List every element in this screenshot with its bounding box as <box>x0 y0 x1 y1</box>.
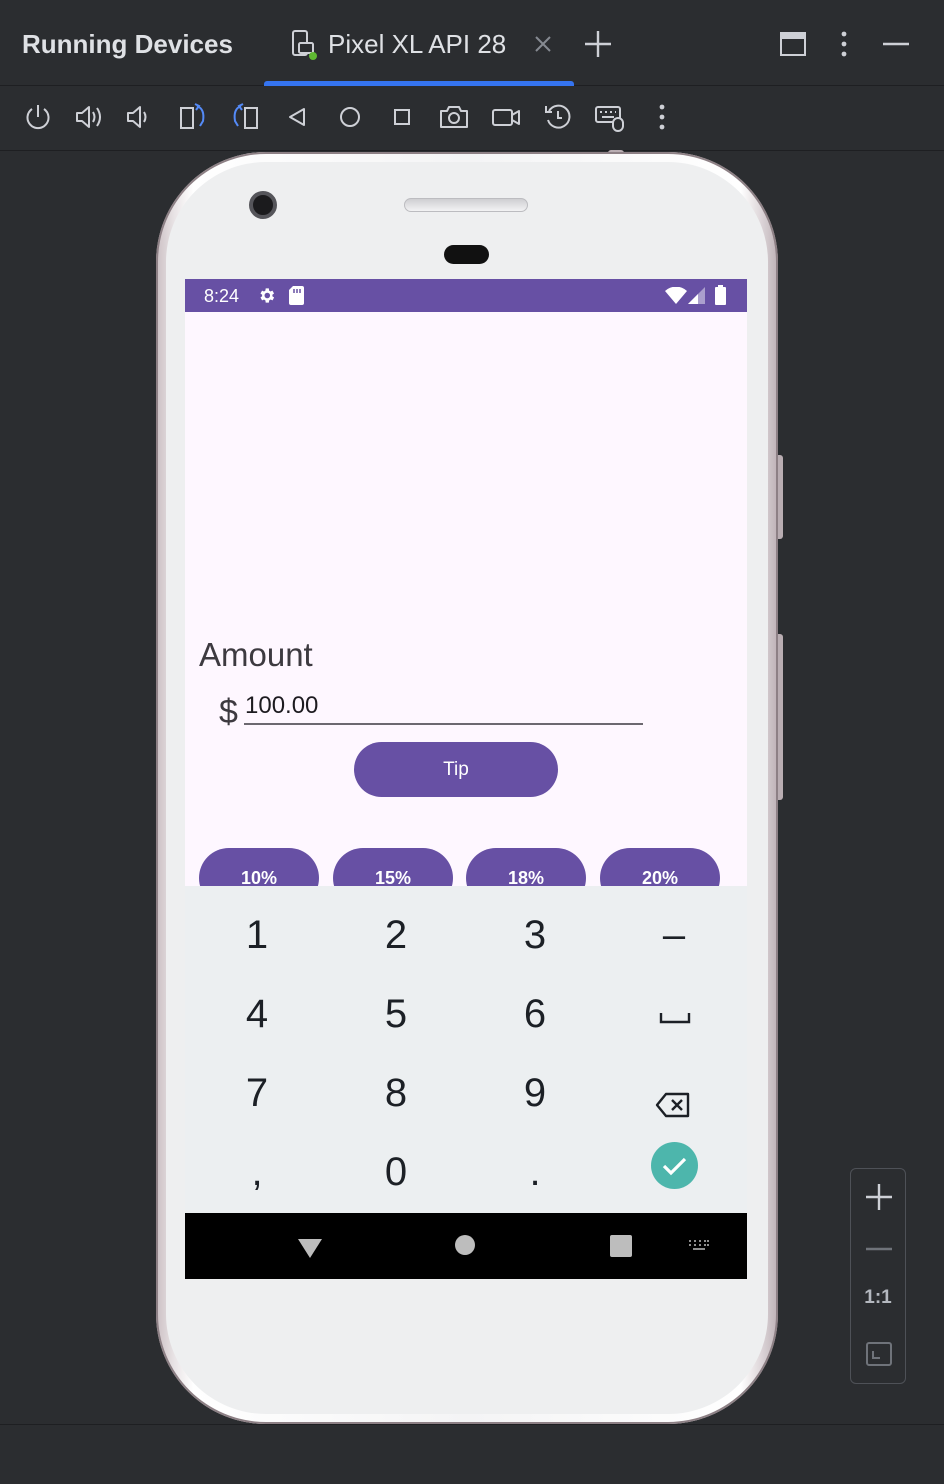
settings-icon <box>257 286 276 305</box>
close-icon[interactable] <box>532 33 554 55</box>
amount-input[interactable] <box>244 689 643 725</box>
nav-back-icon[interactable] <box>297 1237 323 1259</box>
key-4[interactable]: 4 <box>187 975 327 1054</box>
cellular-signal-icon <box>688 287 705 304</box>
active-tab-indicator <box>264 81 574 86</box>
tab-pixel-xl-api-28[interactable]: Pixel XL API 28 <box>264 0 574 86</box>
overview-icon[interactable] <box>386 101 418 133</box>
add-icon[interactable] <box>583 29 613 59</box>
reset-icon[interactable] <box>542 101 574 133</box>
power-icon[interactable] <box>22 101 54 133</box>
key-6[interactable]: 6 <box>465 975 605 1054</box>
currency-symbol: $ <box>219 693 238 731</box>
status-time: 8:24 <box>204 286 240 306</box>
nav-keyboard-switch-icon[interactable] <box>688 1239 710 1253</box>
space-key-icon[interactable] <box>659 1012 691 1024</box>
screen-record-icon[interactable] <box>490 101 522 133</box>
numeric-keyboard: 1 2 3 – 4 5 6 7 8 9 , 0 . <box>185 886 747 1213</box>
minimize-icon[interactable] <box>881 29 911 59</box>
more-icon[interactable] <box>646 101 678 133</box>
device-screen[interactable]: 8:24 Amount $ Tip 10% 15% 18% 20% 1 2 3 … <box>185 279 747 1279</box>
options-icon[interactable] <box>829 29 859 59</box>
key-7[interactable]: 7 <box>187 1054 327 1133</box>
tip-button[interactable]: Tip <box>354 742 558 797</box>
keyboard-icon[interactable] <box>594 101 626 133</box>
rotate-right-icon[interactable] <box>229 101 261 133</box>
earpiece-speaker <box>404 198 528 212</box>
back-icon[interactable] <box>282 101 314 133</box>
key-5[interactable]: 5 <box>326 975 466 1054</box>
nav-home-icon[interactable] <box>455 1235 475 1255</box>
rotate-left-icon[interactable] <box>177 101 209 133</box>
window-layout-icon[interactable] <box>778 29 808 59</box>
home-icon[interactable] <box>334 101 366 133</box>
enter-key[interactable] <box>651 1142 698 1189</box>
sd-card-icon <box>289 286 304 305</box>
volume-down-icon[interactable] <box>124 101 156 133</box>
proximity-sensor <box>444 245 489 264</box>
key-2[interactable]: 2 <box>326 896 466 975</box>
zoom-fit-icon[interactable] <box>863 1338 895 1370</box>
zoom-in-icon[interactable] <box>863 1181 895 1213</box>
android-status-bar: 8:24 <box>185 279 747 312</box>
amount-label: Amount <box>199 636 313 673</box>
battery-icon <box>715 285 726 305</box>
key-9[interactable]: 9 <box>465 1054 605 1133</box>
zoom-actual-size-button[interactable]: 1:1 <box>851 1287 905 1309</box>
key-comma[interactable]: , <box>187 1133 327 1212</box>
android-navigation-bar <box>185 1213 747 1279</box>
tool-window-title: Running Devices <box>22 29 233 59</box>
nav-overview-icon[interactable] <box>610 1235 632 1257</box>
screenshot-icon[interactable] <box>438 101 470 133</box>
key-1[interactable]: 1 <box>187 896 327 975</box>
key-3[interactable]: 3 <box>465 896 605 975</box>
backspace-icon[interactable] <box>655 1092 691 1118</box>
title-bar: Running Devices Pixel XL API 28 <box>0 0 944 86</box>
key-8[interactable]: 8 <box>326 1054 466 1133</box>
device-toolbar <box>0 87 944 151</box>
tab-label: Pixel XL API 28 <box>328 29 507 59</box>
volume-up-icon[interactable] <box>73 101 105 133</box>
checkmark-icon <box>662 1157 687 1176</box>
key-period[interactable]: . <box>465 1133 605 1212</box>
device-icon <box>290 29 318 61</box>
zoom-controls: 1:1 <box>850 1168 906 1384</box>
front-camera <box>249 191 277 219</box>
key-0[interactable]: 0 <box>326 1133 466 1212</box>
bottom-status-strip <box>0 1424 944 1484</box>
key-minus[interactable]: – <box>604 896 744 975</box>
zoom-out-icon[interactable] <box>863 1233 895 1265</box>
wifi-icon <box>665 287 687 304</box>
